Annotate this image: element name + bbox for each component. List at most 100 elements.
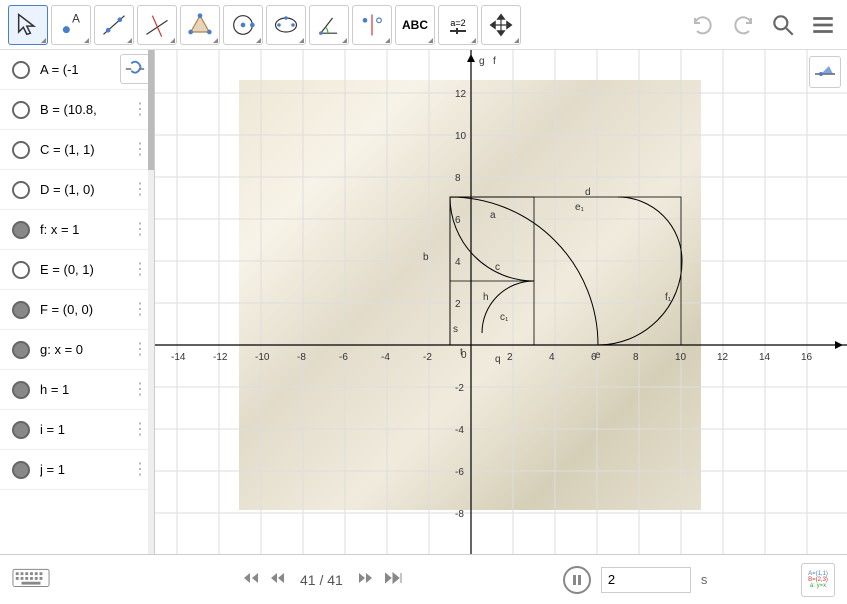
svg-text:c: c [495, 262, 500, 273]
visibility-toggle[interactable] [12, 61, 30, 79]
object-menu-button[interactable]: ⋮ [132, 102, 148, 118]
svg-text:2: 2 [455, 299, 461, 310]
svg-text:-10: -10 [255, 352, 270, 363]
visibility-toggle[interactable] [12, 301, 30, 319]
text-tool[interactable]: ABC [395, 5, 435, 45]
angle-tool[interactable] [309, 5, 349, 45]
play-pause-button[interactable] [563, 566, 591, 594]
algebra-item[interactable]: E = (0, 1)⋮ [0, 250, 154, 290]
svg-text:6: 6 [455, 215, 461, 226]
svg-text:10: 10 [675, 352, 687, 363]
coordinate-plane: -14-12-10-8-6-4-2246810121416-8-6-4-2246… [155, 50, 847, 554]
algebra-item[interactable]: j = 1 ⋮ [0, 450, 154, 490]
point-tool[interactable]: A [51, 5, 91, 45]
visibility-toggle[interactable] [12, 421, 30, 439]
svg-text:g: g [479, 56, 485, 67]
nav-last-button[interactable] [385, 571, 403, 588]
visibility-toggle[interactable] [12, 341, 30, 359]
svg-text:-8: -8 [455, 509, 464, 520]
svg-text:-8: -8 [297, 352, 306, 363]
graphics-view[interactable]: -14-12-10-8-6-4-2246810121416-8-6-4-2246… [155, 50, 847, 554]
search-button[interactable] [767, 9, 799, 41]
svg-text:8: 8 [633, 352, 639, 363]
nav-prev-button[interactable] [270, 571, 284, 588]
keyboard-button[interactable] [12, 565, 50, 595]
svg-text:12: 12 [455, 89, 467, 100]
slider-tool[interactable]: a=2 [438, 5, 478, 45]
object-menu-button[interactable]: ⋮ [132, 222, 148, 238]
speed-unit: s [701, 572, 708, 587]
object-label: A = (-1 [40, 62, 122, 77]
object-menu-button[interactable]: ⋮ [132, 422, 148, 438]
object-label: h = 1 [40, 382, 122, 397]
algebra-item[interactable]: f: x = 1 ⋮ [0, 210, 154, 250]
algebra-item[interactable]: i = 1 ⋮ [0, 410, 154, 450]
visibility-toggle[interactable] [12, 101, 30, 119]
construction-nav: 41 / 41 [240, 571, 403, 588]
object-label: C = (1, 1) [40, 142, 122, 157]
visibility-toggle[interactable] [12, 181, 30, 199]
svg-text:14: 14 [759, 352, 771, 363]
visibility-toggle[interactable] [12, 381, 30, 399]
menu-button[interactable] [807, 9, 839, 41]
object-menu-button[interactable]: ⋮ [132, 382, 148, 398]
algebra-item[interactable]: g: x = 0⋮ [0, 330, 154, 370]
object-label: f: x = 1 [40, 222, 122, 237]
algebra-item[interactable]: F = (0, 0) ⋮ [0, 290, 154, 330]
svg-text:-12: -12 [213, 352, 228, 363]
undo-button[interactable] [687, 9, 719, 41]
svg-text:-2: -2 [455, 383, 464, 394]
nav-first-button[interactable] [240, 571, 258, 588]
svg-text:2: 2 [507, 352, 513, 363]
svg-text:10: 10 [455, 131, 467, 142]
redo-button[interactable] [727, 9, 759, 41]
polygon-tool[interactable] [180, 5, 220, 45]
object-menu-button[interactable]: ⋮ [132, 462, 148, 478]
algebra-item[interactable]: D = (1, 0) ⋮ [0, 170, 154, 210]
svg-text:s: s [453, 324, 458, 335]
object-label: B = (10.8, [40, 102, 122, 117]
object-menu-button[interactable]: ⋮ [132, 262, 148, 278]
construction-protocol-button[interactable]: A=(1,1) B=(2,3) a: y=x [801, 563, 835, 597]
reflect-tool[interactable] [352, 5, 392, 45]
line-tool[interactable] [94, 5, 134, 45]
algebra-item[interactable]: C = (1, 1) ⋮ [0, 130, 154, 170]
svg-text:A: A [72, 12, 80, 25]
svg-text:-2: -2 [423, 352, 432, 363]
visibility-toggle[interactable] [12, 221, 30, 239]
object-label: i = 1 [40, 422, 122, 437]
speed-input[interactable] [601, 567, 691, 593]
graphics-style-button[interactable] [809, 56, 841, 88]
svg-text:-4: -4 [381, 352, 390, 363]
move-tool[interactable] [8, 5, 48, 45]
circle-tool[interactable] [223, 5, 263, 45]
svg-text:8: 8 [455, 173, 461, 184]
object-menu-button[interactable]: ⋮ [132, 342, 148, 358]
bottom-bar: 41 / 41 s A=(1,1) B=(2,3) a: y=x [0, 554, 847, 604]
svg-text:b: b [423, 252, 429, 263]
algebra-item[interactable]: h = 1 ⋮ [0, 370, 154, 410]
object-menu-button[interactable]: ⋮ [132, 302, 148, 318]
object-menu-button[interactable]: ⋮ [132, 142, 148, 158]
algebra-scrollbar[interactable] [148, 50, 154, 554]
nav-next-button[interactable] [359, 571, 373, 588]
svg-text:f: f [493, 56, 496, 67]
visibility-toggle[interactable] [12, 141, 30, 159]
svg-text:-6: -6 [455, 467, 464, 478]
perpendicular-tool[interactable] [137, 5, 177, 45]
object-label: D = (1, 0) [40, 182, 122, 197]
object-menu-button[interactable]: ⋮ [132, 182, 148, 198]
object-label: j = 1 [40, 462, 122, 477]
svg-text:d: d [585, 187, 591, 198]
visibility-toggle[interactable] [12, 461, 30, 479]
svg-text:t: t [460, 347, 463, 358]
main-area: A = (-1⋮B = (10.8,⋮C = (1, 1)⋮D = (1, 0)… [0, 50, 847, 554]
move-view-tool[interactable] [481, 5, 521, 45]
algebra-style-button[interactable] [120, 54, 150, 84]
visibility-toggle[interactable] [12, 261, 30, 279]
ellipse-tool[interactable] [266, 5, 306, 45]
svg-text:e₁: e₁ [575, 202, 585, 213]
svg-text:q: q [495, 354, 501, 365]
algebra-item[interactable]: B = (10.8, ⋮ [0, 90, 154, 130]
object-label: F = (0, 0) [40, 302, 122, 317]
